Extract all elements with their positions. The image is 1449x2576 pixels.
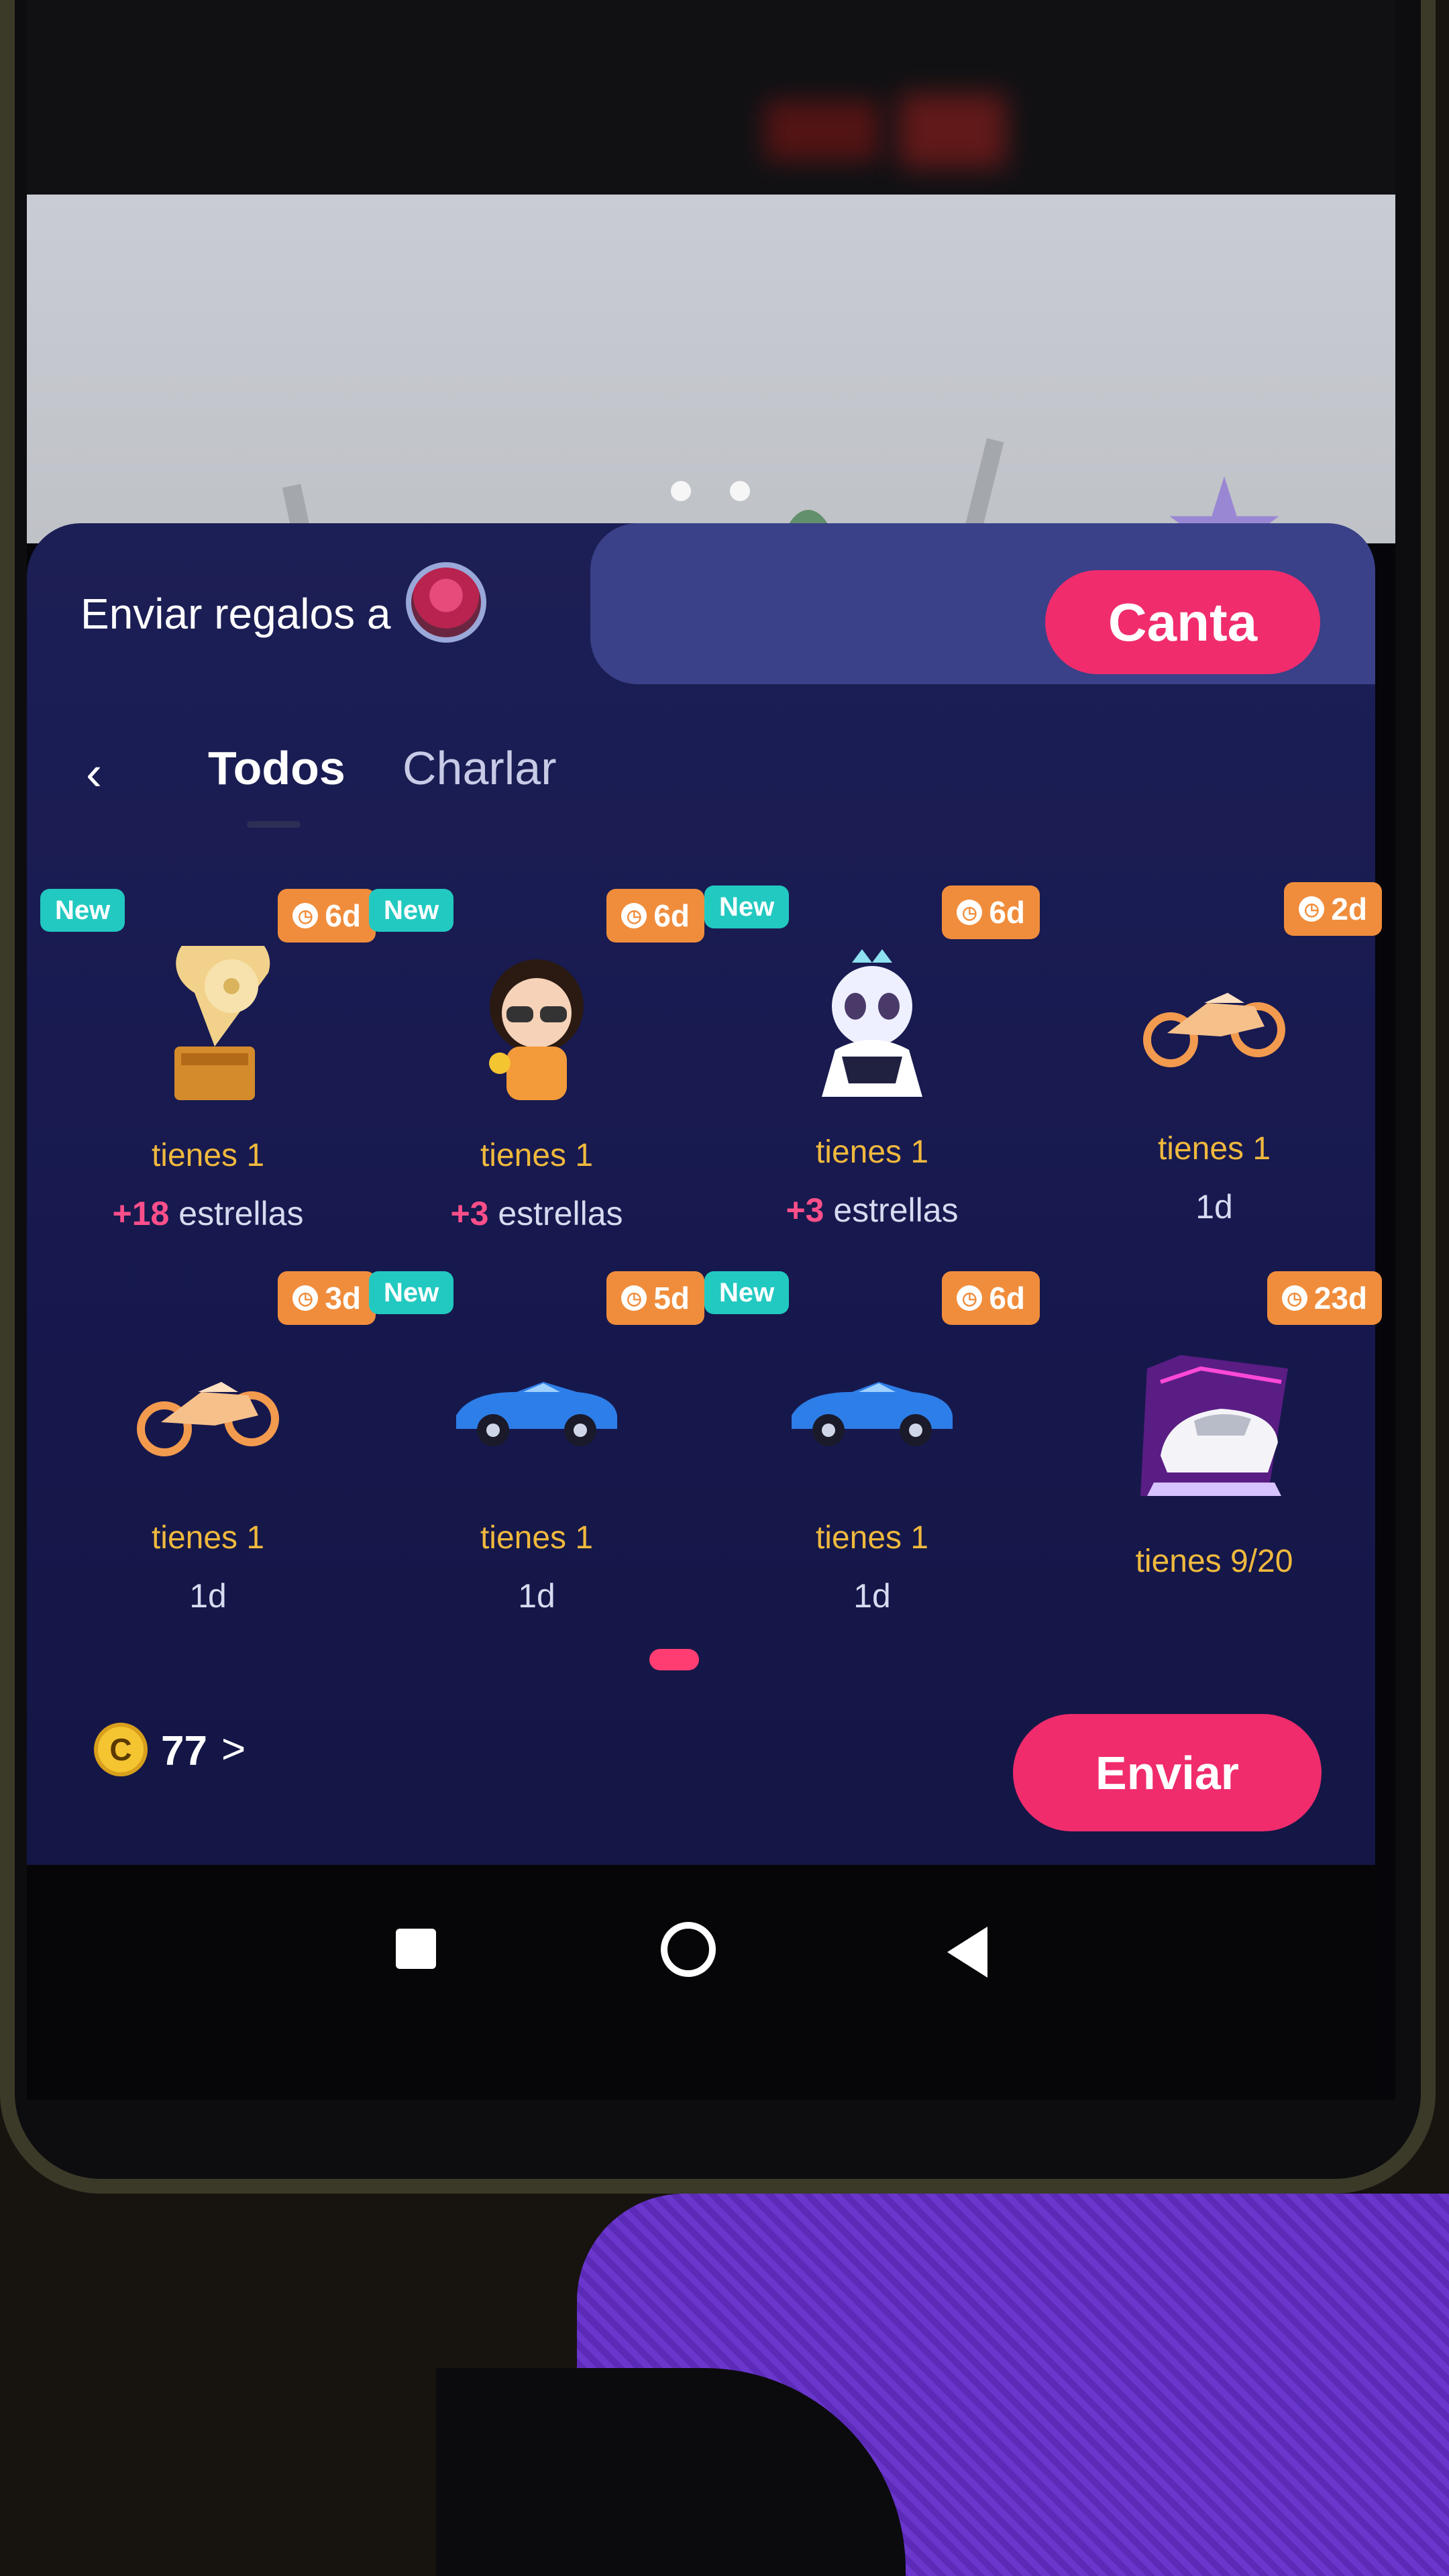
stars-value: +18 bbox=[112, 1195, 170, 1232]
clock-icon: ◷ bbox=[621, 903, 647, 928]
active-tab-indicator bbox=[247, 821, 301, 828]
time-badge: ◷ 23d bbox=[1267, 1271, 1382, 1325]
time-badge-label: 6d bbox=[653, 898, 690, 933]
gift-card-white-sports-car[interactable]: ◷ 23d tienes 9/20 bbox=[1046, 1271, 1382, 1647]
gift-card-motorcycle[interactable]: ◷ 2d tienes 1 1d bbox=[1046, 882, 1382, 1258]
gift-stars: +18 estrellas bbox=[40, 1194, 376, 1233]
new-badge: New bbox=[704, 885, 790, 928]
stars-text: estrellas bbox=[169, 1195, 304, 1232]
recipient-avatar[interactable] bbox=[406, 562, 486, 643]
recents-icon[interactable] bbox=[396, 1929, 436, 1969]
clock-icon: ◷ bbox=[957, 1285, 983, 1311]
time-badge: ◷ 6d bbox=[942, 885, 1040, 939]
time-badge-label: 6d bbox=[325, 898, 361, 933]
time-badge: ◷ 6d bbox=[278, 889, 376, 943]
time-badge: ◷ 6d bbox=[606, 889, 704, 943]
canta-button[interactable]: Canta bbox=[1045, 570, 1320, 674]
time-badge-label: 2d bbox=[1331, 892, 1367, 926]
back-chevron-icon[interactable]: ‹ bbox=[86, 749, 126, 798]
panda-princess-gift-icon bbox=[822, 949, 922, 1097]
blue-car-gift-icon bbox=[792, 1382, 953, 1446]
gift-owned-count: tienes 1 bbox=[151, 1520, 265, 1556]
status-indicator bbox=[765, 101, 879, 161]
gift-owned-count: tienes 1 bbox=[1157, 1131, 1271, 1167]
time-badge-label: 6d bbox=[989, 1281, 1025, 1316]
gift-card-girl[interactable]: New ◷ 6d tienes 1 +3 estrellas bbox=[369, 889, 704, 1265]
clock-icon: ◷ bbox=[1299, 896, 1325, 922]
gift-owned-count: tienes 1 bbox=[480, 1520, 594, 1556]
gift-owned-count: tienes 1 bbox=[815, 1520, 929, 1556]
gift-duration: 1d bbox=[189, 1577, 227, 1615]
time-badge: ◷ 2d bbox=[1284, 882, 1382, 936]
chevron-right-icon[interactable]: > bbox=[221, 1725, 246, 1773]
motorcycle-gift-icon bbox=[137, 1382, 279, 1456]
gift-stars: +3 estrellas bbox=[369, 1194, 704, 1233]
gramophone-gift-icon bbox=[174, 946, 270, 1100]
time-badge-label: 6d bbox=[989, 895, 1025, 930]
gift-card-panda[interactable]: New ◷ 6d tienes 1 +3 estrellas bbox=[704, 885, 1040, 1261]
gift-card-blue-car[interactable]: New ◷ 6d tienes 1 1d bbox=[704, 1271, 1040, 1647]
time-badge-label: 23d bbox=[1313, 1281, 1367, 1316]
white-sports-car-gift-icon bbox=[1140, 1355, 1288, 1496]
time-badge: ◷ 6d bbox=[942, 1271, 1040, 1325]
gift-duration: 1d bbox=[853, 1577, 891, 1615]
page-dot bbox=[730, 481, 750, 501]
stars-value: +3 bbox=[450, 1195, 489, 1232]
time-badge-label: 3d bbox=[325, 1281, 361, 1316]
android-navigation-bar bbox=[27, 1865, 1375, 2100]
tab-charlar[interactable]: Charlar bbox=[402, 741, 557, 795]
clock-icon: ◷ bbox=[1281, 1285, 1307, 1311]
status-indicator bbox=[899, 94, 1006, 168]
coin-icon: C bbox=[94, 1723, 148, 1776]
gift-duration: 1d bbox=[518, 1577, 555, 1615]
motorcycle-gift-icon bbox=[1143, 993, 1285, 1067]
new-badge: New bbox=[704, 1271, 790, 1314]
stars-text: estrellas bbox=[824, 1191, 959, 1229]
stars-value: +3 bbox=[786, 1191, 824, 1229]
time-badge: ◷ 5d bbox=[606, 1271, 704, 1325]
clock-icon: ◷ bbox=[957, 900, 983, 925]
gift-owned-count: tienes 1 bbox=[815, 1134, 929, 1170]
home-icon[interactable] bbox=[661, 1922, 716, 1977]
gift-owned-count: tienes 9/20 bbox=[1135, 1544, 1293, 1579]
new-badge: New bbox=[40, 889, 125, 932]
gift-stars: +3 estrellas bbox=[704, 1191, 1040, 1230]
send-gifts-label: Enviar regalos a bbox=[80, 590, 391, 638]
tab-todos[interactable]: Todos bbox=[208, 741, 345, 795]
stars-text: estrellas bbox=[488, 1195, 623, 1232]
clock-icon: ◷ bbox=[621, 1285, 647, 1311]
gift-owned-count: tienes 1 bbox=[151, 1138, 265, 1173]
girl-avatar-gift-icon bbox=[489, 959, 584, 1100]
gift-page-indicator bbox=[649, 1649, 699, 1670]
coin-balance[interactable]: 77 bbox=[161, 1727, 207, 1775]
send-button[interactable]: Enviar bbox=[1013, 1714, 1322, 1831]
status-area bbox=[27, 0, 1395, 195]
gift-card-motorcycle[interactable]: ◷ 3d tienes 1 1d bbox=[40, 1271, 376, 1647]
gift-duration: 1d bbox=[1195, 1188, 1233, 1226]
clock-icon: ◷ bbox=[292, 903, 319, 928]
time-badge-label: 5d bbox=[653, 1281, 690, 1316]
new-badge: New bbox=[369, 1271, 454, 1314]
page-dot bbox=[671, 481, 691, 501]
time-badge: ◷ 3d bbox=[278, 1271, 376, 1325]
blue-car-gift-icon bbox=[456, 1382, 617, 1446]
gift-card-blue-car[interactable]: New ◷ 5d tienes 1 1d bbox=[369, 1271, 704, 1647]
clock-icon: ◷ bbox=[292, 1285, 319, 1311]
new-badge: New bbox=[369, 889, 454, 932]
back-icon[interactable] bbox=[947, 1927, 987, 1978]
gift-card-gramophone[interactable]: New ◷ 6d tienes 1 +18 estrellas bbox=[40, 889, 376, 1265]
gift-owned-count: tienes 1 bbox=[480, 1138, 594, 1173]
video-page-dots bbox=[671, 481, 750, 501]
